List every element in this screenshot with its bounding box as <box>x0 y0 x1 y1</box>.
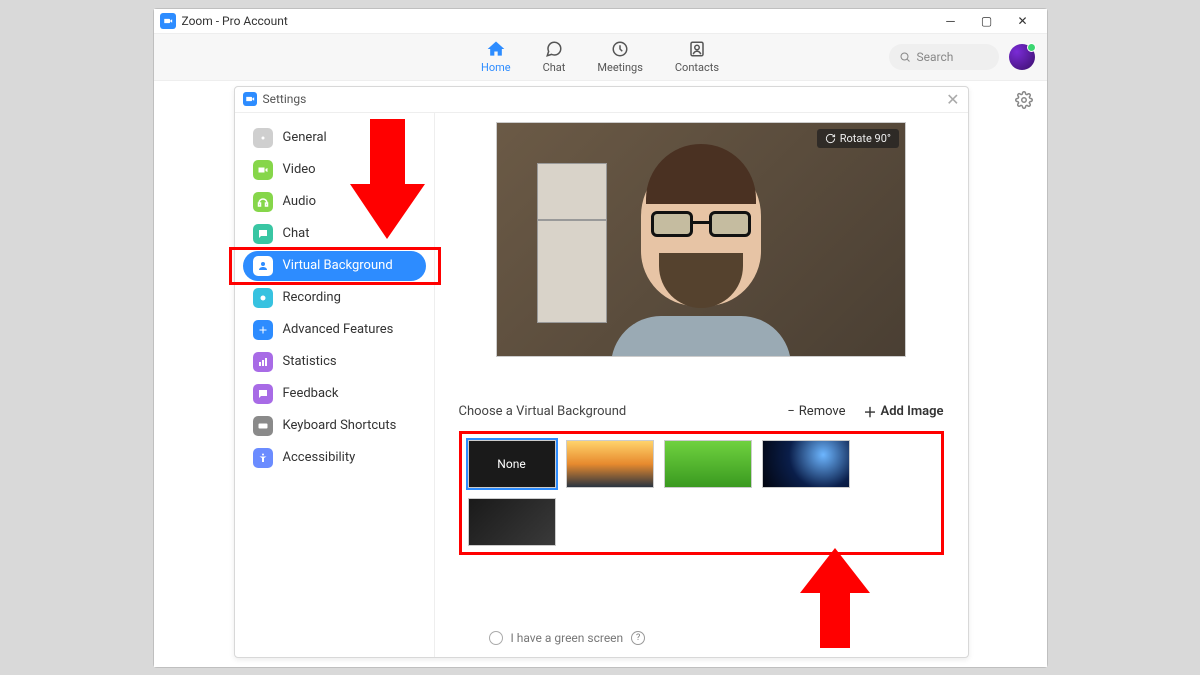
settings-title: Settings <box>263 92 307 106</box>
main-toolbar: Home Chat Meetings Contacts Search <box>154 33 1047 81</box>
search-input[interactable]: Search <box>889 44 999 70</box>
remove-background-button[interactable]: − Remove <box>787 402 845 421</box>
sidebar-item-label: Audio <box>283 194 316 209</box>
sidebar-item-virtual-background[interactable]: Virtual Background <box>243 251 426 281</box>
plus-icon <box>253 320 273 340</box>
tab-chat[interactable]: Chat <box>543 39 566 74</box>
add-image-button[interactable]: ＋ Add Image <box>864 402 944 421</box>
sidebar-item-label: Chat <box>283 226 310 241</box>
content-area: Settings ✕ General Video <box>154 81 1047 667</box>
sidebar-item-advanced-features[interactable]: Advanced Features <box>243 315 426 345</box>
accessibility-icon <box>253 448 273 468</box>
gear-icon <box>253 128 273 148</box>
headphones-icon <box>253 192 273 212</box>
sidebar-item-label: Keyboard Shortcuts <box>283 418 397 433</box>
sidebar-item-label: Accessibility <box>283 450 356 465</box>
feedback-icon <box>253 384 273 404</box>
person-icon <box>253 256 273 276</box>
settings-main-panel: Rotate 90° Choose a Virtual Background −… <box>435 113 968 657</box>
window-title: Zoom - Pro Account <box>182 14 288 28</box>
zoom-logo-icon <box>160 13 176 29</box>
rotate-label: Rotate 90° <box>840 132 891 145</box>
search-icon <box>899 51 911 63</box>
choose-background-label: Choose a Virtual Background <box>459 404 627 419</box>
sidebar-item-video[interactable]: Video <box>243 155 426 185</box>
zoom-main-window: Zoom - Pro Account ─ ▢ ✕ Home Chat Meeti… <box>153 8 1048 668</box>
green-screen-label: I have a green screen <box>511 631 624 645</box>
record-icon <box>253 288 273 308</box>
search-placeholder: Search <box>917 50 954 64</box>
rotate-button[interactable]: Rotate 90° <box>817 129 899 148</box>
contacts-icon <box>687 39 707 59</box>
maximize-button[interactable]: ▢ <box>969 11 1005 31</box>
sidebar-item-accessibility[interactable]: Accessibility <box>243 443 426 473</box>
background-tile-bridge[interactable] <box>566 440 654 488</box>
video-preview: Rotate 90° <box>496 122 906 357</box>
background-tile-space[interactable] <box>762 440 850 488</box>
chat-icon <box>544 39 564 59</box>
tab-chat-label: Chat <box>543 61 566 74</box>
tile-none-label: None <box>497 457 525 471</box>
background-tiles-grid: None <box>459 431 944 555</box>
tab-contacts[interactable]: Contacts <box>675 39 719 74</box>
tab-home[interactable]: Home <box>481 39 511 74</box>
sidebar-item-label: Virtual Background <box>283 258 393 273</box>
sidebar-item-label: Recording <box>283 290 341 305</box>
help-icon[interactable]: ? <box>631 631 645 645</box>
settings-window: Settings ✕ General Video <box>234 86 969 658</box>
home-icon <box>486 39 506 59</box>
sidebar-item-recording[interactable]: Recording <box>243 283 426 313</box>
tab-meetings[interactable]: Meetings <box>597 39 642 74</box>
sidebar-item-keyboard-shortcuts[interactable]: Keyboard Shortcuts <box>243 411 426 441</box>
green-screen-checkbox[interactable] <box>489 631 503 645</box>
gear-icon[interactable] <box>1015 91 1033 113</box>
tab-meetings-label: Meetings <box>597 61 642 74</box>
video-icon <box>253 160 273 180</box>
settings-close-button[interactable]: ✕ <box>946 90 959 109</box>
sidebar-item-statistics[interactable]: Statistics <box>243 347 426 377</box>
chart-icon <box>253 352 273 372</box>
titlebar: Zoom - Pro Account ─ ▢ ✕ <box>154 9 1047 33</box>
sidebar-item-audio[interactable]: Audio <box>243 187 426 217</box>
background-tile-custom[interactable] <box>468 498 556 546</box>
tab-home-label: Home <box>481 61 511 74</box>
chat-icon <box>253 224 273 244</box>
sidebar-item-label: Feedback <box>283 386 339 401</box>
avatar[interactable] <box>1009 44 1035 70</box>
keyboard-icon <box>253 416 273 436</box>
background-tile-none[interactable]: None <box>468 440 556 488</box>
zoom-logo-icon <box>243 92 257 106</box>
clock-icon <box>610 39 630 59</box>
sidebar-item-feedback[interactable]: Feedback <box>243 379 426 409</box>
settings-titlebar: Settings ✕ <box>235 87 968 113</box>
sidebar-item-label: General <box>283 130 327 145</box>
background-tile-grass[interactable] <box>664 440 752 488</box>
preview-person <box>591 136 811 357</box>
settings-sidebar: General Video Audio Chat <box>235 113 435 657</box>
rotate-icon <box>825 133 836 144</box>
sidebar-item-label: Video <box>283 162 316 177</box>
sidebar-item-general[interactable]: General <box>243 123 426 153</box>
close-button[interactable]: ✕ <box>1005 11 1041 31</box>
tab-contacts-label: Contacts <box>675 61 719 74</box>
sidebar-item-label: Statistics <box>283 354 337 369</box>
minimize-button[interactable]: ─ <box>933 11 969 31</box>
sidebar-item-chat[interactable]: Chat <box>243 219 426 249</box>
sidebar-item-label: Advanced Features <box>283 322 394 337</box>
